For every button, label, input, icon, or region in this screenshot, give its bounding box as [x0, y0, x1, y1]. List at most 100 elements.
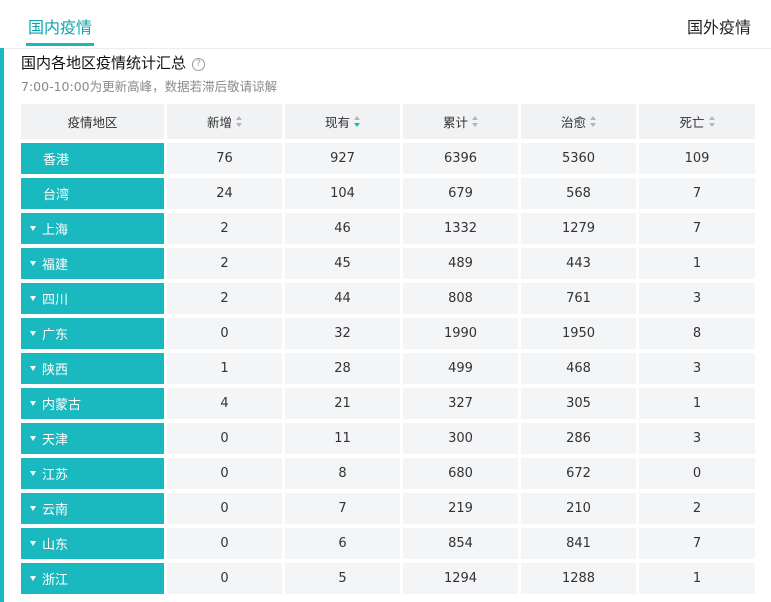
table-row: 台湾 24 104 679 568 7 [21, 178, 755, 209]
tab-domestic[interactable]: 国内疫情 [25, 14, 95, 46]
region-cell[interactable]: 江苏 [21, 458, 164, 489]
region-name: 四川 [42, 293, 69, 308]
table-row: 山东 0 6 854 841 7 [21, 528, 755, 559]
region-cell[interactable]: 四川 [21, 283, 164, 314]
table-row: 福建 2 45 489 443 1 [21, 248, 755, 279]
column-header-total[interactable]: 累计 [403, 104, 518, 139]
region-name: 内蒙古 [42, 398, 82, 413]
region-cell[interactable]: 福建 [21, 248, 164, 279]
cell-new: 24 [167, 178, 282, 209]
table-row: 广东 0 32 1990 1950 8 [21, 318, 755, 349]
table-row: 香港 76 927 6396 5360 109 [21, 143, 755, 174]
region-name: 广东 [42, 328, 69, 343]
column-header-current[interactable]: 现有 [285, 104, 400, 139]
cell-current: 104 [285, 178, 400, 209]
column-header-region[interactable]: 疫情地区 [21, 104, 164, 139]
cell-current: 6 [285, 528, 400, 559]
region-name: 陕西 [42, 363, 69, 378]
column-header-label: 累计 [442, 115, 468, 130]
region-cell[interactable]: 上海 [21, 213, 164, 244]
tab-foreign[interactable]: 国外疫情 [687, 14, 751, 38]
cell-new: 0 [167, 423, 282, 454]
region-cell[interactable]: 浙江 [21, 563, 164, 594]
cell-current: 44 [285, 283, 400, 314]
cell-total: 808 [403, 283, 518, 314]
cell-new: 4 [167, 388, 282, 419]
cell-current: 46 [285, 213, 400, 244]
cell-total: 854 [403, 528, 518, 559]
cell-new: 2 [167, 213, 282, 244]
region-cell[interactable]: 香港 [21, 143, 164, 174]
cell-new: 0 [167, 563, 282, 594]
help-icon[interactable]: ? [192, 58, 206, 71]
column-header-new[interactable]: 新增 [167, 104, 282, 139]
cell-dead: 1 [639, 248, 755, 279]
column-header-dead[interactable]: 死亡 [639, 104, 755, 139]
cell-dead: 3 [639, 283, 755, 314]
region-cell[interactable]: 台湾 [21, 178, 164, 209]
cell-current: 32 [285, 318, 400, 349]
cell-cured: 841 [521, 528, 636, 559]
region-cell[interactable]: 内蒙古 [21, 388, 164, 419]
table-row: 天津 0 11 300 286 3 [21, 423, 755, 454]
cell-cured: 5360 [521, 143, 636, 174]
cell-dead: 8 [639, 318, 755, 349]
region-name: 台湾 [43, 188, 70, 203]
cell-total: 1294 [403, 563, 518, 594]
region-cell[interactable]: 天津 [21, 423, 164, 454]
cell-current: 8 [285, 458, 400, 489]
table-row: 上海 2 46 1332 1279 7 [21, 213, 755, 244]
sort-icon[interactable] [472, 116, 478, 127]
cell-new: 0 [167, 493, 282, 524]
table-row: 陕西 1 28 499 468 3 [21, 353, 755, 384]
cell-cured: 1279 [521, 213, 636, 244]
region-cell[interactable]: 陕西 [21, 353, 164, 384]
cell-cured: 468 [521, 353, 636, 384]
expand-caret-icon [30, 541, 36, 546]
section-title-text: 国内各地区疫情统计汇总 [21, 54, 187, 72]
expand-caret-icon [30, 261, 36, 266]
expand-caret-icon [30, 296, 36, 301]
cell-dead: 3 [639, 353, 755, 384]
cell-current: 45 [285, 248, 400, 279]
region-name: 云南 [42, 503, 69, 518]
region-name: 江苏 [42, 468, 69, 483]
cell-total: 1990 [403, 318, 518, 349]
cell-total: 6396 [403, 143, 518, 174]
cell-cured: 305 [521, 388, 636, 419]
column-header-label: 新增 [206, 115, 232, 130]
cell-total: 327 [403, 388, 518, 419]
sort-icon[interactable] [236, 116, 242, 127]
cell-total: 1332 [403, 213, 518, 244]
cell-cured: 1288 [521, 563, 636, 594]
cell-dead: 7 [639, 528, 755, 559]
region-cell[interactable]: 山东 [21, 528, 164, 559]
cell-new: 0 [167, 318, 282, 349]
cell-dead: 7 [639, 178, 755, 209]
region-cell[interactable]: 云南 [21, 493, 164, 524]
expand-caret-icon [30, 226, 36, 231]
cell-total: 300 [403, 423, 518, 454]
region-cell[interactable]: 广东 [21, 318, 164, 349]
cell-new: 0 [167, 458, 282, 489]
section-title: 国内各地区疫情统计汇总? [21, 52, 206, 73]
table-row: 浙江 0 5 1294 1288 1 [21, 563, 755, 594]
cell-new: 2 [167, 248, 282, 279]
region-name: 山东 [42, 538, 69, 553]
region-name: 浙江 [42, 573, 69, 588]
column-header-label: 现有 [324, 115, 350, 130]
column-header-cured[interactable]: 治愈 [521, 104, 636, 139]
update-notice: 7:00-10:00为更新高峰，数据若滞后敬请谅解 [21, 79, 278, 94]
region-name: 福建 [42, 258, 69, 273]
sort-icon[interactable] [590, 116, 596, 127]
expand-caret-icon [30, 471, 36, 476]
sort-icon[interactable] [354, 116, 360, 127]
cell-current: 7 [285, 493, 400, 524]
cell-current: 28 [285, 353, 400, 384]
cell-dead: 2 [639, 493, 755, 524]
region-name: 天津 [42, 433, 69, 448]
cell-cured: 443 [521, 248, 636, 279]
sort-icon[interactable] [708, 116, 715, 127]
cell-total: 499 [403, 353, 518, 384]
cell-current: 21 [285, 388, 400, 419]
